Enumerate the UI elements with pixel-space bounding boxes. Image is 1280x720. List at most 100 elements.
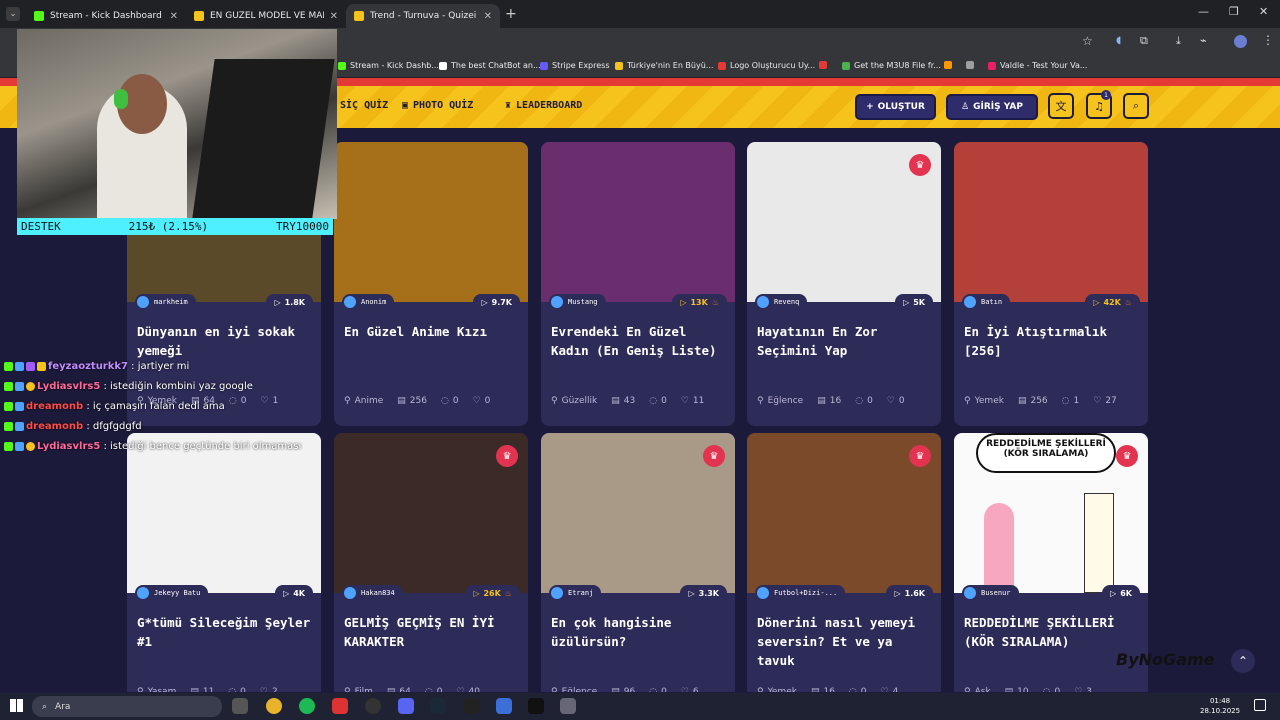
quiz-card[interactable]: ♛ Hakan834 ▷ 26K ♨ GELMİŞ GEÇMİŞ EN İYİ KARAK… — [334, 433, 528, 692]
category-tag[interactable]: ⚲ Yemek — [964, 396, 1004, 406]
discord-icon[interactable] — [398, 698, 414, 714]
steam-icon[interactable] — [430, 698, 446, 714]
close-window-button[interactable]: ✕ — [1259, 5, 1268, 18]
nav-music-quiz[interactable]: SİÇ QUİZ — [340, 100, 388, 111]
search-button[interactable]: ⌕ — [1123, 93, 1149, 119]
bookmark-kick[interactable]: Stream - Kick Dashb... — [338, 61, 439, 70]
taskbar-search[interactable]: ⌕ Ara — [32, 696, 222, 717]
author-chip[interactable]: Jekeyy Batu — [135, 585, 209, 601]
like-count[interactable]: ♡ 3 — [1074, 687, 1092, 692]
extension-icon[interactable]: ◖ — [1116, 35, 1121, 46]
quiz-thumbnail[interactable] — [334, 142, 528, 302]
like-count[interactable]: ♡ 40 — [456, 687, 480, 692]
close-icon[interactable]: ✕ — [330, 11, 338, 22]
menu-icon[interactable]: ⋮ — [1262, 33, 1274, 47]
app-icon[interactable] — [560, 698, 576, 714]
quiz-card[interactable]: Mustang ▷ 13K ♨ Evrendeki En Güzel Kadın (En… — [541, 142, 735, 426]
like-count[interactable]: ♡ 0 — [473, 396, 491, 406]
nav-leaderboard[interactable]: ♜ LEADERBOARD — [505, 100, 582, 111]
bookmark-stripe[interactable]: Stripe Express — [540, 61, 610, 70]
windows-start-icon[interactable] — [10, 699, 23, 712]
minimize-button[interactable]: — — [1198, 5, 1209, 18]
restore-button[interactable]: ❐ — [1229, 5, 1239, 18]
quiz-thumbnail[interactable] — [954, 142, 1148, 302]
quiz-card[interactable]: Anonim ▷ 9.7K En Güzel Anime Kızı ⚲ Anime ▤ 256… — [334, 142, 528, 426]
quiz-title[interactable]: GELMİŞ GEÇMİŞ EN İYİ KARAKTER — [344, 613, 522, 651]
quiz-title[interactable]: En İyi Atıştırmalık [256] — [964, 322, 1142, 360]
tab-en-guzel-model[interactable]: EN GÜZEL MODEL VE MANKEN ✕ — [186, 4, 346, 28]
spotify-icon[interactable] — [299, 698, 315, 714]
bookmark-arrow[interactable] — [944, 61, 952, 69]
nav-photo-quiz[interactable]: ▣ PHOTO QUİZ — [402, 100, 473, 111]
author-chip[interactable]: markheim — [135, 294, 196, 310]
quiz-title[interactable]: Hayatının En Zor Seçimini Yap — [757, 322, 935, 360]
bookmark-star-icon[interactable]: ☆ — [1082, 34, 1093, 48]
quiz-title[interactable]: REDDEDİLME ŞEKİLLERİ (KÖR SIRALAMA) — [964, 613, 1142, 651]
author-chip[interactable]: Anonim — [342, 294, 395, 310]
category-tag[interactable]: ⚲ Güzellik — [551, 396, 597, 406]
like-count[interactable]: ♡ 6 — [681, 687, 699, 692]
quiz-title[interactable]: Evrendeki En Güzel Kadın (En Geniş Liste… — [551, 322, 729, 360]
create-button[interactable]: + OLUŞTUR — [855, 94, 936, 120]
notification-center-icon[interactable] — [1254, 699, 1266, 711]
quiz-title[interactable]: G*tümü Sileceğim Şeyler #1 — [137, 613, 315, 651]
category-tag[interactable]: ⚲ Yemek — [757, 687, 797, 692]
bookmark-globe[interactable] — [966, 61, 974, 69]
tab-trend-turnuva[interactable]: Trend - Turnuva - Quizei ✕ — [346, 4, 500, 28]
quiz-title[interactable]: Dönerini nasıl yemeyi seversin? Et ve ya… — [757, 613, 935, 670]
quiz-card[interactable]: ♛ Revenq ▷ 5K Hayatının En Zor Seçimini Yap ⚲… — [747, 142, 941, 426]
author-chip[interactable]: Busenur — [962, 585, 1019, 601]
category-tag[interactable]: ⚲ Eğlence — [551, 687, 597, 692]
epic-icon[interactable] — [463, 698, 479, 714]
author-chip[interactable]: Futbol+Dizi-... — [755, 585, 846, 601]
app-icon[interactable] — [332, 698, 348, 714]
close-icon[interactable]: ✕ — [484, 11, 492, 22]
bookmark-valdle[interactable]: Valdle - Test Your Va... — [988, 61, 1087, 70]
quiz-thumbnail[interactable] — [127, 433, 321, 593]
like-count[interactable]: ♡ 1 — [261, 396, 279, 406]
quiz-card[interactable]: Batın ▷ 42K ♨ En İyi Atıştırmalık [256] ⚲ Yeme… — [954, 142, 1148, 426]
scroll-top-button[interactable]: ⌃ — [1231, 649, 1255, 673]
category-tag[interactable]: ⚲ Aşk — [964, 687, 991, 692]
quiz-card[interactable]: Jekeyy Batu ▷ 4K G*tümü Sileceğim Şeyler #1… — [127, 433, 321, 692]
quiz-title[interactable]: En çok hangisine üzülürsün? — [551, 613, 729, 651]
quiz-card[interactable]: ♛ Etranj ▷ 3.3K En çok hangisine üzülürsün? ⚲… — [541, 433, 735, 692]
like-count[interactable]: ♡ 27 — [1093, 396, 1117, 406]
obs-icon[interactable] — [365, 698, 381, 714]
author-chip[interactable]: Revenq — [755, 294, 808, 310]
profile-avatar[interactable] — [1234, 35, 1247, 48]
quiz-thumbnail[interactable] — [541, 142, 735, 302]
bookmark-m3u8[interactable]: Get the M3U8 File fr... — [842, 61, 941, 70]
task-view-icon[interactable] — [232, 698, 248, 714]
author-chip[interactable]: Mustang — [549, 294, 606, 310]
tab-kick-dashboard[interactable]: Stream - Kick Dashboard ✕ — [26, 4, 186, 28]
bookmark-logo[interactable]: Logo Oluşturucu Uy... — [718, 61, 815, 70]
author-chip[interactable]: Hakan834 — [342, 585, 403, 601]
like-count[interactable]: ♡ 2 — [260, 687, 278, 692]
new-tab-button[interactable]: + — [505, 6, 517, 22]
translate-button[interactable]: 文 — [1048, 93, 1074, 119]
category-tag[interactable]: ⚲ Anime — [344, 396, 383, 406]
like-count[interactable]: ♡ 0 — [887, 396, 905, 406]
chrome-icon[interactable] — [266, 698, 282, 714]
category-tag[interactable]: ⚲ Yaşam — [137, 687, 176, 692]
bookmark-chatbot[interactable]: The best ChatBot an... — [439, 61, 541, 70]
like-count[interactable]: ♡ 4 — [881, 687, 899, 692]
link-icon[interactable]: ⌁ — [1200, 34, 1207, 47]
quiz-title[interactable]: En Güzel Anime Kızı — [344, 322, 522, 341]
author-chip[interactable]: Etranj — [549, 585, 602, 601]
bookmark-youtube[interactable] — [819, 61, 827, 69]
author-chip[interactable]: Batın — [962, 294, 1011, 310]
close-icon[interactable]: ✕ — [170, 11, 178, 22]
quiz-card[interactable]: ♛ Futbol+Dizi-... ▷ 1.6K Dönerini nasıl yeme… — [747, 433, 941, 692]
login-button[interactable]: ♙ GİRİŞ YAP — [946, 94, 1038, 120]
capcut-icon[interactable] — [528, 698, 544, 714]
puzzle-icon[interactable]: ⧉ — [1140, 34, 1148, 48]
download-icon[interactable]: ⤓ — [1176, 34, 1181, 48]
category-tag[interactable]: ⚲ Eğlence — [757, 396, 803, 406]
like-count[interactable]: ♡ 11 — [681, 396, 705, 406]
tab-search-button[interactable]: ⌄ — [6, 7, 20, 21]
quiz-title[interactable]: Dünyanın en iyi sokak yemeği — [137, 322, 315, 360]
category-tag[interactable]: ⚲ Film — [344, 687, 373, 692]
app-icon[interactable] — [496, 698, 512, 714]
